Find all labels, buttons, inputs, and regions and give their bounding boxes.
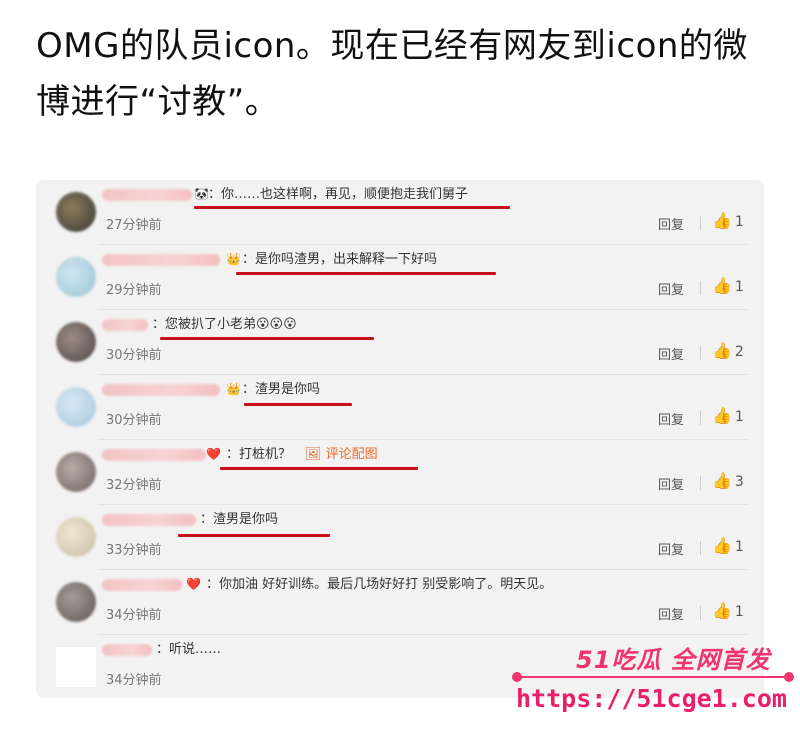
like-button[interactable]: 👍 1 <box>712 211 744 230</box>
reply-button[interactable]: 回复 <box>658 604 684 623</box>
thumbs-up-icon: 👍 <box>712 536 732 555</box>
username-blurred[interactable] <box>102 319 148 331</box>
comment-text-body: ：打桩机？ <box>226 447 292 462</box>
user-avatar[interactable] <box>56 387 96 427</box>
comment-text: ：打桩机？ 🖼 评论配图 <box>226 446 378 464</box>
like-count: 3 <box>734 474 744 490</box>
user-badge-icon: ❤️ <box>206 447 221 461</box>
red-underline <box>178 534 330 537</box>
like-button[interactable]: 👍 1 <box>712 276 744 295</box>
like-count: 1 <box>734 214 744 230</box>
thumbs-up-icon: 👍 <box>712 406 732 425</box>
like-count: 1 <box>734 539 744 555</box>
comment-time: 32分钟前 <box>106 478 162 493</box>
comment-text: ：你……也这样啊，再见，顺便抱走我们舅子 <box>208 187 469 202</box>
user-avatar[interactable] <box>56 517 96 557</box>
comment-item: ❤️ ：你加油 好好训练。最后几场好好打 别受影响了。明天见。 34分钟前 回复… <box>36 570 764 635</box>
watermark-dot <box>512 672 522 682</box>
watermark-line <box>516 676 790 678</box>
comment-text: ：渣男是你吗 <box>242 382 321 397</box>
comment-time: 34分钟前 <box>106 673 162 688</box>
watermark-dot <box>784 672 794 682</box>
action-divider <box>700 541 701 555</box>
comment-text: ：是你吗渣男，出来解释一下好吗 <box>242 252 438 267</box>
user-badge-icon: 👑 <box>226 252 241 266</box>
username-blurred[interactable] <box>102 579 182 591</box>
red-underline <box>194 206 510 209</box>
comment-item: ：渣男是你吗 33分钟前 回复 👍 1 <box>36 505 764 570</box>
action-divider <box>700 216 701 230</box>
comment-text: ：你加油 好好训练。最后几场好好打 别受影响了。明天见。 <box>206 577 553 592</box>
action-divider <box>700 606 701 620</box>
comment-item: 🐼 ：你……也这样啊，再见，顺便抱走我们舅子 27分钟前 回复 👍 1 <box>36 180 764 245</box>
comment-text: ：渣男是你吗 <box>200 512 279 527</box>
like-button[interactable]: 👍 2 <box>712 341 744 360</box>
username-blurred[interactable] <box>102 514 196 526</box>
watermark-title: 51吃瓜 全网首发 <box>576 646 771 674</box>
reply-button[interactable]: 回复 <box>658 409 684 428</box>
username-blurred[interactable] <box>102 254 220 266</box>
reply-button[interactable]: 回复 <box>658 474 684 493</box>
watermark-url: https://51cge1.com <box>516 684 787 713</box>
user-badge-icon: ❤️ <box>186 577 201 591</box>
like-count: 1 <box>734 279 744 295</box>
reply-button[interactable]: 回复 <box>658 214 684 233</box>
like-count: 1 <box>734 604 744 620</box>
user-avatar[interactable] <box>56 322 96 362</box>
comment-item: 👑 ：是你吗渣男，出来解释一下好吗 29分钟前 回复 👍 1 <box>36 245 764 310</box>
user-avatar[interactable] <box>56 582 96 622</box>
username-blurred[interactable] <box>102 644 152 656</box>
like-count: 1 <box>734 409 744 425</box>
thumbs-up-icon: 👍 <box>712 276 732 295</box>
action-divider <box>700 476 701 490</box>
red-underline <box>236 272 496 275</box>
comment-time: 29分钟前 <box>106 283 162 298</box>
comment-item: ：您被扒了小老弟😮😮😮 30分钟前 回复 👍 2 <box>36 310 764 375</box>
action-divider <box>700 346 701 360</box>
like-button[interactable]: 👍 3 <box>712 471 744 490</box>
comment-list: 🐼 ：你……也这样啊，再见，顺便抱走我们舅子 27分钟前 回复 👍 1 👑 ：是你… <box>36 180 764 698</box>
reply-button[interactable]: 回复 <box>658 539 684 558</box>
comment-text: ：听说…… <box>156 642 222 657</box>
user-avatar[interactable] <box>56 647 96 687</box>
comment-text: ：您被扒了小老弟😮😮😮 <box>152 317 297 332</box>
thumbs-up-icon: 👍 <box>712 601 732 620</box>
reply-button[interactable]: 回复 <box>658 344 684 363</box>
like-button[interactable]: 👍 1 <box>712 536 744 555</box>
comment-image-link[interactable]: 🖼 评论配图 <box>305 447 378 462</box>
username-blurred[interactable] <box>102 449 206 461</box>
action-divider <box>700 281 701 295</box>
comment-item: 👑 ：渣男是你吗 30分钟前 回复 👍 1 <box>36 375 764 440</box>
reply-button[interactable]: 回复 <box>658 279 684 298</box>
comment-time: 30分钟前 <box>106 348 162 363</box>
like-button[interactable]: 👍 1 <box>712 406 744 425</box>
thumbs-up-icon: 👍 <box>712 341 732 360</box>
thumbs-up-icon: 👍 <box>712 471 732 490</box>
thumbs-up-icon: 👍 <box>712 211 732 230</box>
comment-time: 30分钟前 <box>106 413 162 428</box>
article-text: OMG的队员icon。现在已经有网友到icon的微博进行“讨教”。 <box>36 26 748 122</box>
red-underline <box>220 467 418 470</box>
comment-time: 33分钟前 <box>106 543 162 558</box>
like-count: 2 <box>734 344 744 360</box>
like-button[interactable]: 👍 1 <box>712 601 744 620</box>
user-badge-icon: 🐼 <box>194 187 209 201</box>
user-badge-icon: 👑 <box>226 382 241 396</box>
user-avatar[interactable] <box>56 452 96 492</box>
site-watermark: 51吃瓜 全网首发 https://51cge1.com <box>512 640 800 730</box>
comment-time: 27分钟前 <box>106 218 162 233</box>
user-avatar[interactable] <box>56 192 96 232</box>
user-avatar[interactable] <box>56 257 96 297</box>
action-divider <box>700 411 701 425</box>
comment-item: ❤️ ：打桩机？ 🖼 评论配图 32分钟前 回复 👍 3 <box>36 440 764 505</box>
red-underline <box>160 337 374 340</box>
username-blurred[interactable] <box>102 189 192 201</box>
red-underline <box>244 403 352 406</box>
username-blurred[interactable] <box>102 384 220 396</box>
comment-time: 34分钟前 <box>106 608 162 623</box>
